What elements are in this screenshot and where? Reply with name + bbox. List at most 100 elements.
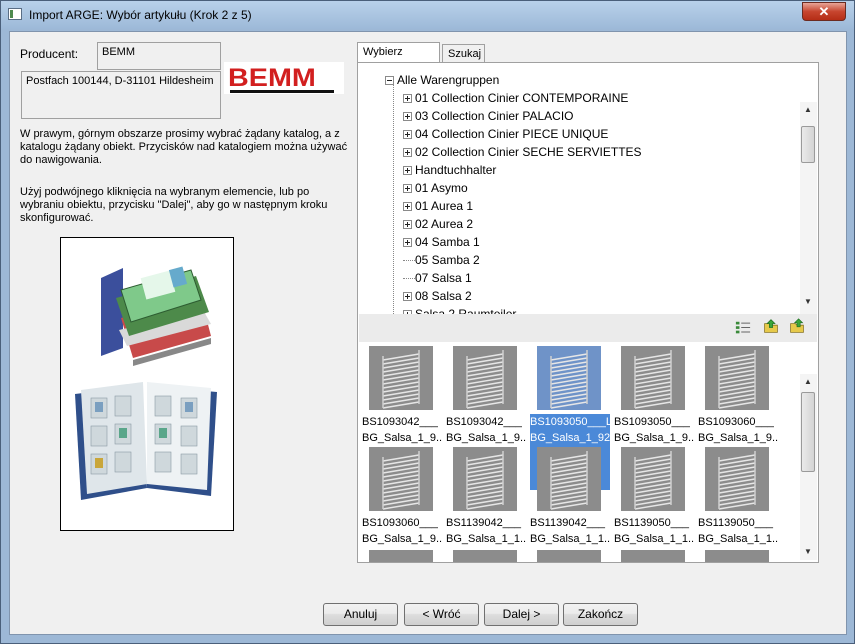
gallery-caption-line1: BS1093060___ — [698, 416, 774, 428]
gallery-caption-line2: BG_Salsa_1_9... — [614, 432, 694, 444]
tab-search[interactable]: Szukaj — [442, 44, 485, 64]
tree-item[interactable]: 05 Samba 2 — [403, 251, 480, 269]
scroll-down-icon[interactable]: ▼ — [800, 294, 816, 310]
expand-icon[interactable] — [403, 94, 412, 103]
tree-item[interactable]: Handtuchhalter — [403, 161, 496, 179]
gallery-item-selected[interactable]: BS1093050___LLR: BG_Salsa_1_929x508mm_R_… — [530, 346, 614, 490]
tree-item-label: 07 Salsa 1 — [415, 271, 472, 285]
tree-item[interactable]: 01 Aurea 1 — [403, 197, 473, 215]
tree-item[interactable]: 02 Collection Cinier SECHE SERVIETTES — [403, 143, 642, 161]
title-bar[interactable]: Import ARGE: Wybór artykułu (Krok 2 z 5)… — [1, 1, 854, 29]
gallery-item[interactable]: BS1093060___ BG_Salsa_1_9... — [362, 447, 446, 547]
tree-item[interactable]: 04 Samba 1 — [403, 233, 480, 251]
radiator-thumbnail-icon — [634, 451, 672, 510]
object-gallery[interactable]: BS1093042___ BG_Salsa_1_9... BS1093042___ B… — [359, 342, 800, 562]
tree-scrollbar[interactable]: ▲ ▼ — [800, 102, 817, 314]
expand-icon[interactable] — [403, 238, 412, 247]
expand-icon[interactable] — [403, 184, 412, 193]
gallery-caption: BS1093060___ BG_Salsa_1_9... — [362, 515, 442, 547]
tree-item[interactable]: 04 Collection Cinier PIECE UNIQUE — [403, 125, 608, 143]
tree-item[interactable]: Salsa 2 Raumteiler — [403, 305, 516, 314]
close-button[interactable]: ✕ — [802, 2, 846, 21]
gallery-item[interactable]: BS1093042___ BG_Salsa_1_9... — [446, 346, 530, 446]
catalog-books-icon — [71, 248, 221, 518]
tab-select-object[interactable]: Wybierz obiekt — [357, 42, 440, 77]
catalog-panel: Alle Warengruppen 01 Collection Cinier C… — [357, 62, 819, 563]
expand-icon[interactable] — [403, 112, 412, 121]
gallery-item[interactable]: BS1093042___ BG_Salsa_1_9... — [362, 346, 446, 446]
gallery-scrollbar[interactable]: ▲ ▼ — [800, 374, 817, 560]
radiator-thumbnail-icon — [718, 350, 756, 409]
gallery-thumbnail-partial — [369, 550, 433, 562]
gallery-scroll-down-icon[interactable]: ▼ — [800, 544, 816, 560]
expand-icon[interactable] — [403, 202, 412, 211]
expand-icon[interactable] — [403, 292, 412, 301]
app-window-icon — [8, 8, 22, 20]
gallery-caption: BS1093042___ BG_Salsa_1_9... — [446, 414, 526, 446]
finish-button[interactable]: Zakończ — [563, 603, 638, 626]
gallery-scroll-up-icon[interactable]: ▲ — [800, 374, 816, 390]
gallery-thumbnail — [537, 346, 601, 410]
scroll-up-icon[interactable]: ▲ — [800, 102, 816, 118]
tree-item-label: Handtuchhalter — [415, 163, 497, 177]
tree-item-label: 03 Collection Cinier PALACIO — [415, 109, 574, 123]
gallery-caption-line2: BG_Salsa_1_1... — [698, 533, 778, 545]
radiator-thumbnail-icon — [382, 350, 420, 409]
expand-icon[interactable] — [403, 130, 412, 139]
tree-root[interactable]: Alle Warengruppen — [385, 71, 499, 89]
tree-item-label: 04 Collection Cinier PIECE UNIQUE — [415, 127, 609, 141]
tree-item-label: 02 Aurea 2 — [415, 217, 474, 231]
gallery-thumbnail-partial — [453, 550, 517, 562]
catalog-illustration — [60, 237, 234, 531]
back-button[interactable]: < Wróć — [404, 603, 479, 626]
folder-root-icon[interactable] — [789, 318, 805, 334]
gallery-toolbar — [359, 314, 817, 342]
gallery-thumbnail — [537, 447, 601, 511]
tree-item[interactable]: 02 Aurea 2 — [403, 215, 473, 233]
gallery-caption-line2: BG_Salsa_1_1... — [446, 533, 526, 545]
instructions-paragraph-1: W prawym, górnym obszarze prosimy wybrać… — [20, 128, 348, 166]
gallery-thumbnail — [705, 346, 769, 410]
gallery-item[interactable]: BS1139042___ BG_Salsa_1_1... — [530, 447, 614, 547]
collapse-icon[interactable] — [385, 76, 394, 85]
category-tree[interactable]: Alle Warengruppen 01 Collection Cinier C… — [359, 64, 800, 314]
gallery-caption-line2: BG_Salsa_1_1... — [614, 533, 694, 545]
gallery-item[interactable]: BS1093060___ BG_Salsa_1_9... — [698, 346, 782, 446]
expand-icon[interactable] — [403, 166, 412, 175]
tree-item[interactable]: 07 Salsa 1 — [403, 269, 472, 287]
gallery-thumbnail — [369, 447, 433, 511]
gallery-thumbnail — [621, 447, 685, 511]
tree-item-label: Salsa 2 Raumteiler — [415, 307, 517, 314]
tree-item[interactable]: 08 Salsa 2 — [403, 287, 472, 305]
radiator-thumbnail-icon — [718, 451, 756, 510]
tree-scroll-thumb[interactable] — [801, 126, 815, 163]
gallery-scroll-thumb[interactable] — [801, 392, 815, 472]
window-title: Import ARGE: Wybór artykułu (Krok 2 z 5) — [29, 8, 252, 22]
gallery-item[interactable]: BS1139050___ BG_Salsa_1_1... — [614, 447, 698, 547]
cancel-button[interactable]: Anuluj — [323, 603, 398, 626]
gallery-caption: BS1139050___ BG_Salsa_1_1... — [698, 515, 778, 547]
gallery-item[interactable]: BS1139042___ BG_Salsa_1_1... — [446, 447, 530, 547]
radiator-thumbnail-icon — [634, 350, 672, 409]
tree-item-label: 04 Samba 1 — [415, 235, 480, 249]
gallery-item[interactable]: BS1139050___ BG_Salsa_1_1... — [698, 447, 782, 547]
folder-up-icon[interactable] — [763, 318, 779, 334]
gallery-thumbnail — [369, 346, 433, 410]
gallery-item[interactable]: BS1093050___ BG_Salsa_1_9... — [614, 346, 698, 446]
details-view-icon[interactable] — [735, 320, 751, 336]
radiator-thumbnail-icon — [466, 350, 504, 409]
tree-item[interactable]: 01 Collection Cinier CONTEMPORAINE — [403, 89, 628, 107]
gallery-caption-line1: BS1093042___ — [446, 416, 522, 428]
tree-item-label: 01 Aurea 1 — [415, 199, 474, 213]
next-button[interactable]: Dalej > — [484, 603, 559, 626]
gallery-caption: BS1139042___ BG_Salsa_1_1... — [446, 515, 526, 547]
gallery-caption-line1: BS1093060___ — [362, 517, 438, 529]
gallery-caption: BS1093060___ BG_Salsa_1_9... — [698, 414, 778, 446]
gallery-caption-line1: BS1139050___ — [614, 517, 690, 529]
tree-item[interactable]: 03 Collection Cinier PALACIO — [403, 107, 574, 125]
gallery-caption-line2: BG_Salsa_1_9... — [698, 432, 778, 444]
tree-item[interactable]: 01 Asymo — [403, 179, 468, 197]
expand-icon[interactable] — [403, 148, 412, 157]
expand-icon[interactable] — [403, 220, 412, 229]
gallery-caption-line1: BS1139042___ — [446, 517, 522, 529]
